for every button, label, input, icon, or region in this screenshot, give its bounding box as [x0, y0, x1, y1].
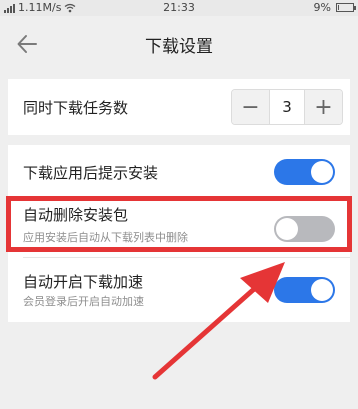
auto-delete-subtitle: 应用安装后自动从下载列表中删除: [23, 231, 188, 244]
auto-accelerate-toggle[interactable]: [274, 277, 335, 303]
status-time: 21:33: [163, 1, 195, 14]
install-prompt-toggle[interactable]: [274, 159, 335, 185]
toggle-knob: [311, 279, 333, 301]
concurrent-downloads-label: 同时下载任务数: [23, 99, 129, 117]
status-right: 9%: [313, 1, 356, 14]
install-prompt-label: 下载应用后提示安装: [23, 164, 159, 182]
status-bar: 1.11M/s 21:33 9%: [0, 0, 358, 16]
toggle-knob: [276, 218, 298, 240]
divider: [23, 257, 350, 258]
auto-delete-toggle[interactable]: [274, 216, 335, 242]
header: 下载设置: [0, 16, 358, 72]
auto-accelerate-subtitle: 会员登录后开启自动加速: [23, 295, 144, 308]
divider: [23, 197, 350, 198]
battery-level: [338, 5, 339, 10]
page-title: 下载设置: [145, 37, 213, 57]
auto-accelerate-label: 自动开启下载加速: [23, 273, 144, 291]
stepper-value[interactable]: 3: [269, 90, 305, 124]
battery-icon: [336, 3, 356, 12]
toggle-knob: [311, 161, 333, 183]
decrement-button[interactable]: −: [232, 90, 269, 124]
concurrent-downloads-row: 同时下载任务数 − 3 +: [8, 79, 350, 135]
quantity-stepper: − 3 +: [231, 89, 343, 125]
battery-text: 9%: [313, 1, 331, 14]
increment-button[interactable]: +: [305, 90, 342, 124]
auto-delete-label: 自动删除安装包: [23, 206, 129, 224]
settings-list: 下载应用后提示安装 自动删除安装包 应用安装后自动从下载列表中删除 自动开启下载…: [8, 145, 350, 322]
